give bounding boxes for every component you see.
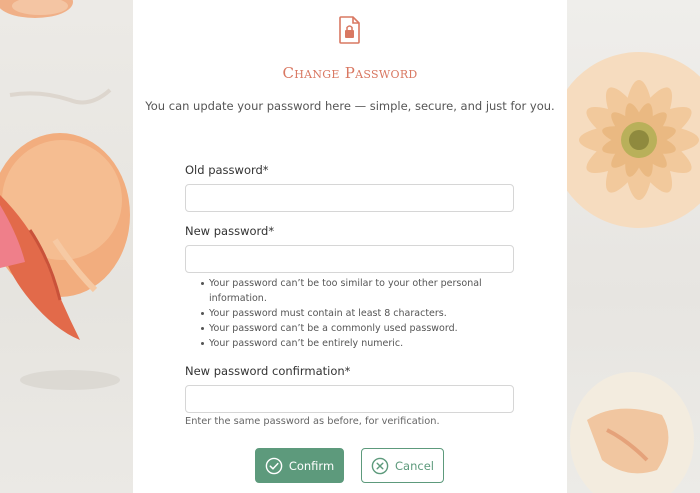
cancel-button[interactable]: Cancel xyxy=(361,448,444,483)
confirm-password-help: Enter the same password as before, for v… xyxy=(185,416,440,427)
confirm-button[interactable]: Confirm xyxy=(255,448,344,483)
decorative-image-left xyxy=(0,0,133,493)
check-circle-icon xyxy=(265,457,283,475)
page-subtitle: You can update your password here — simp… xyxy=(145,99,555,113)
password-rule: Your password can’t be too similar to yo… xyxy=(201,276,491,306)
new-password-input[interactable] xyxy=(185,245,514,273)
password-rules-list: Your password can’t be too similar to yo… xyxy=(201,276,491,351)
confirm-password-label: New password confirmation* xyxy=(185,364,351,378)
change-password-card: Change Password You can update your pass… xyxy=(133,0,567,493)
x-circle-icon xyxy=(371,457,389,475)
old-password-label: Old password* xyxy=(185,163,269,177)
decorative-image-right xyxy=(567,0,700,493)
password-rule: Your password can’t be a commonly used p… xyxy=(201,321,491,336)
page-title: Change Password xyxy=(282,64,418,82)
confirm-button-label: Confirm xyxy=(288,458,335,473)
cancel-button-label: Cancel xyxy=(395,458,434,473)
password-rule: Your password must contain at least 8 ch… xyxy=(201,306,491,321)
password-rule: Your password can’t be entirely numeric. xyxy=(201,336,491,351)
new-password-label: New password* xyxy=(185,224,275,238)
old-password-input[interactable] xyxy=(185,184,514,212)
confirm-password-input[interactable] xyxy=(185,385,514,413)
lock-file-icon xyxy=(338,15,362,45)
